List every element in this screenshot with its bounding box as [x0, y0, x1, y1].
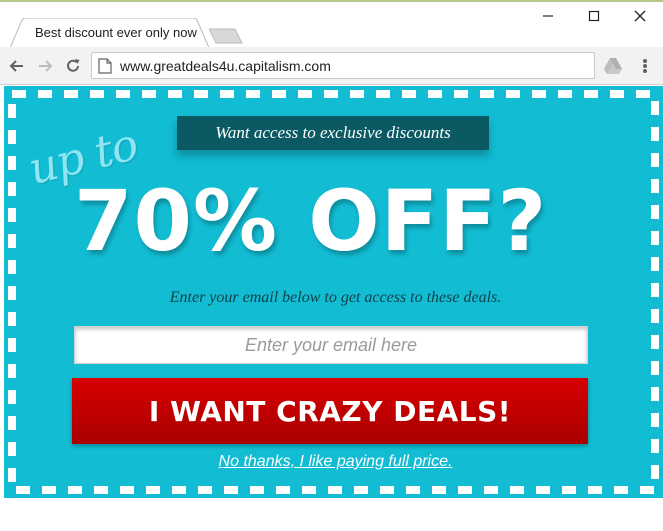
window-top-accent — [0, 0, 663, 2]
page-bottom — [0, 500, 663, 531]
close-button[interactable] — [628, 6, 652, 26]
browser-tab-active[interactable]: Best discount ever only now — [10, 18, 210, 48]
address-bar[interactable]: www.greatdeals4u.capitalism.com — [91, 52, 595, 79]
menu-dot — [643, 59, 647, 63]
banner-box: Want access to exclusive discounts — [177, 116, 489, 150]
title-bar: Best discount ever only now — [0, 0, 663, 48]
back-button[interactable] — [6, 55, 28, 77]
tab-title: Best discount ever only now — [35, 25, 197, 40]
page-icon — [98, 58, 112, 74]
back-arrow-icon — [9, 60, 23, 72]
kebab-menu-icon[interactable] — [637, 57, 653, 75]
close-icon — [634, 10, 646, 22]
drive-extension-icon[interactable] — [603, 57, 623, 75]
coupon-popup: Want access to exclusive discounts up to… — [4, 86, 663, 498]
reload-button[interactable] — [62, 55, 84, 77]
new-tab-button[interactable] — [208, 28, 243, 44]
forward-arrow-icon — [39, 60, 53, 72]
reload-icon — [67, 59, 80, 72]
maximize-button[interactable] — [582, 6, 606, 26]
minimize-button[interactable] — [536, 6, 560, 26]
banner: Want access to exclusive discounts — [177, 116, 489, 152]
menu-dot — [643, 64, 647, 68]
instruction-text: Enter your email below to get access to … — [169, 289, 502, 306]
crazy-deals-button[interactable]: I WANT CRAZY DEALS! — [72, 378, 588, 444]
maximize-icon — [588, 10, 600, 22]
url-text: www.greatdeals4u.capitalism.com — [120, 58, 331, 74]
discount-headline: 70% OFF? — [74, 172, 548, 270]
banner-text: Want access to exclusive discounts — [215, 123, 451, 142]
menu-dot — [643, 69, 647, 73]
decline-link[interactable]: No thanks, I like paying full price. — [4, 453, 663, 471]
browser-toolbar: www.greatdeals4u.capitalism.com — [0, 47, 663, 85]
forward-button[interactable] — [34, 55, 56, 77]
page-content: Want access to exclusive discounts up to… — [0, 86, 663, 500]
minimize-icon — [543, 15, 553, 17]
email-field[interactable] — [74, 326, 588, 364]
